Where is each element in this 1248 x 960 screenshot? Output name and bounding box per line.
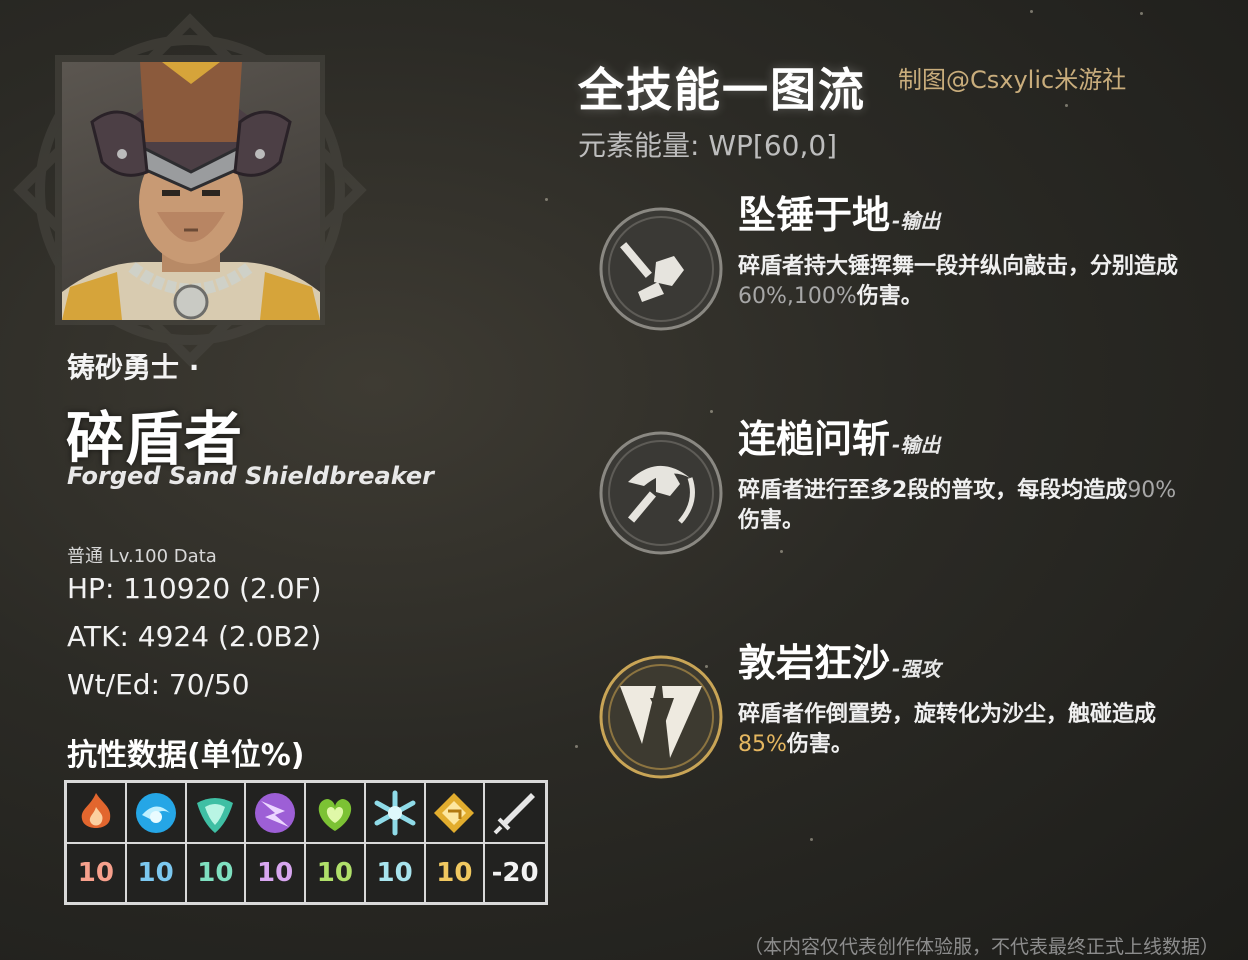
page-title: 全技能一图流 — [578, 63, 866, 117]
pyro-icon — [67, 783, 127, 844]
res-value-text: 10 — [436, 858, 473, 888]
res-value-text: 10 — [257, 858, 294, 888]
resistance-title: 抗性数据(单位%) — [67, 738, 305, 773]
anemo-icon — [186, 783, 247, 844]
skill-3-description: 碎盾者作倒置势，旋转化为沙尘，触碰造成 85%伤害。 — [738, 700, 1198, 760]
geo-res-value: 10 — [426, 844, 486, 902]
hammer-smash-icon — [598, 206, 724, 332]
resistance-table: 10 10 10 10 10 10 10 -20 — [64, 780, 548, 905]
skill-3-desc-pre: 碎盾者作倒置势，旋转化为沙尘，触碰造成 — [738, 702, 1157, 727]
skill-1-description: 碎盾者持大锤挥舞一段并纵向敲击，分别造成 60%,100%伤害。 — [738, 252, 1198, 312]
skill-3-name: 敦岩狂沙 -强攻 — [738, 632, 940, 687]
skill-1-title: 坠锤于地 — [738, 193, 891, 237]
data-level-label: 普通 Lv.100 Data — [67, 546, 217, 567]
weight-stat: Wt/Ed: 70/50 — [67, 668, 250, 701]
sand-vortex-icon — [598, 654, 724, 780]
physical-sword-icon — [485, 783, 545, 844]
hp-stat: HP: 110920 (2.0F) — [67, 572, 322, 605]
skill-2-desc-post: 伤害。 — [738, 508, 805, 533]
res-value-text: 10 — [376, 858, 413, 888]
physical-res-value: -20 — [485, 844, 545, 902]
dendro-res-value: 10 — [306, 844, 366, 902]
pyro-res-value: 10 — [67, 844, 127, 902]
character-portrait — [62, 62, 320, 320]
anemo-res-value: 10 — [187, 844, 247, 902]
character-subtitle: 铸砂勇士 · — [67, 351, 200, 384]
skill-2-title: 连槌问斩 — [738, 417, 891, 461]
skill-2-description: 碎盾者进行至多2段的普攻，每段均造成90% 伤害。 — [738, 476, 1198, 536]
res-value-text: 10 — [77, 858, 114, 888]
hydro-res-value: 10 — [127, 844, 187, 902]
skill-1-desc-post: 伤害。 — [856, 284, 923, 309]
skill-3-desc-post: 伤害。 — [786, 732, 853, 757]
character-english-name: Forged Sand Shieldbreaker — [67, 462, 434, 490]
skill-3-desc-num: 85% — [738, 732, 787, 757]
hydro-icon — [126, 783, 187, 844]
cryo-res-value: 10 — [366, 844, 426, 902]
res-value-text: -20 — [491, 858, 539, 888]
dendro-icon — [306, 783, 366, 844]
skill-2-name: 连槌问斩 -输出 — [738, 408, 940, 463]
energy-info: 元素能量: WP[60,0] — [578, 129, 838, 162]
skill-1-name: 坠锤于地 -输出 — [738, 184, 940, 239]
skill-1-desc-pre: 碎盾者持大锤挥舞一段并纵向敲击，分别造成 — [738, 254, 1179, 279]
res-value-text: 10 — [197, 858, 234, 888]
res-value-text: 10 — [137, 858, 174, 888]
skill-3-title: 敦岩狂沙 — [738, 641, 891, 685]
geo-icon — [425, 783, 486, 844]
skill-3-tag: -强攻 — [892, 657, 941, 681]
electro-res-value: 10 — [246, 844, 306, 902]
hammer-swing-icon — [598, 430, 724, 556]
skill-1-tag: -输出 — [892, 209, 941, 233]
atk-stat: ATK: 4924 (2.0B2) — [67, 620, 322, 653]
skill-2-desc-num: 90% — [1127, 478, 1177, 503]
cryo-icon — [365, 783, 426, 844]
res-value-text: 10 — [316, 858, 353, 888]
skill-1-desc-num: 60%,100% — [738, 284, 857, 309]
skill-2-tag: -输出 — [892, 433, 941, 457]
skill-2-desc-pre: 碎盾者进行至多2段的普攻，每段均造成 — [738, 478, 1128, 503]
electro-icon — [246, 783, 306, 844]
credit-text: 制图@Csxylic米游社 — [898, 66, 1127, 94]
disclaimer-text: （本内容仅代表创作体验服，不代表最终正式上线数据） — [744, 936, 1220, 958]
